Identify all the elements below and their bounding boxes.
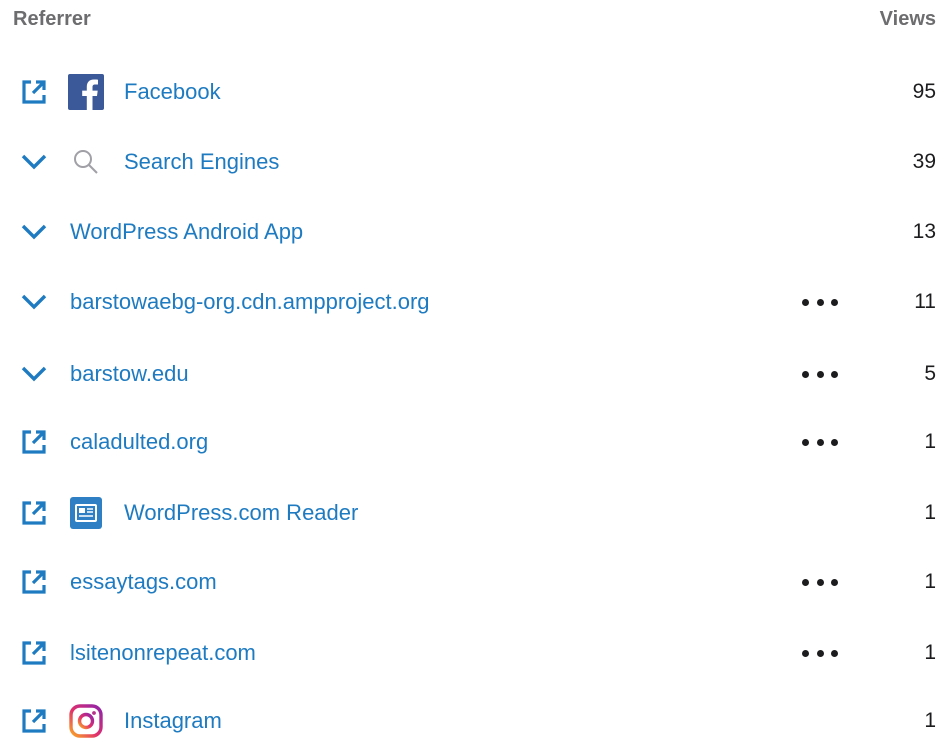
views-count: 95 <box>912 80 936 103</box>
chevron-down-icon[interactable] <box>18 216 50 248</box>
referrer-label[interactable]: Instagram <box>124 708 222 734</box>
external-link-icon[interactable] <box>18 76 50 108</box>
external-link-icon[interactable] <box>18 426 50 458</box>
chevron-down-icon[interactable] <box>18 286 50 318</box>
referrer-row-ampproject[interactable]: barstowaebg-org.cdn.ampproject.org 11 <box>0 267 941 337</box>
facebook-icon <box>68 74 104 110</box>
instagram-icon <box>68 703 104 739</box>
referrer-column-header: Referrer <box>13 8 91 30</box>
referrer-row-instagram[interactable]: Instagram 1 <box>0 686 941 756</box>
more-options-icon[interactable] <box>802 643 838 663</box>
referrer-label[interactable]: barstow.edu <box>70 361 189 387</box>
views-count: 13 <box>912 220 936 243</box>
referrer-label[interactable]: WordPress.com Reader <box>124 500 358 526</box>
external-link-icon[interactable] <box>18 637 50 669</box>
views-count: 39 <box>912 150 936 173</box>
referrer-row-barstow-edu[interactable]: barstow.edu 5 <box>0 339 941 409</box>
views-count: 1 <box>924 430 936 453</box>
referrer-label[interactable]: caladulted.org <box>70 429 208 455</box>
referrer-row-lsitenonrepeat[interactable]: lsitenonrepeat.com 1 <box>0 618 941 688</box>
referrer-row-search-engines[interactable]: Search Engines 39 <box>0 127 941 197</box>
referrer-row-facebook[interactable]: Facebook 95 <box>0 57 941 127</box>
reader-icon <box>68 495 104 531</box>
views-count: 11 <box>914 290 936 313</box>
referrer-label[interactable]: essaytags.com <box>70 569 217 595</box>
external-link-icon[interactable] <box>18 497 50 529</box>
external-link-icon[interactable] <box>18 705 50 737</box>
search-icon <box>68 144 104 180</box>
referrer-row-essaytags[interactable]: essaytags.com 1 <box>0 547 941 617</box>
referrer-label[interactable]: barstowaebg-org.cdn.ampproject.org <box>70 289 430 315</box>
referrer-row-caladulted[interactable]: caladulted.org 1 <box>0 407 941 477</box>
referrer-label[interactable]: Search Engines <box>124 149 279 175</box>
more-options-icon[interactable] <box>802 572 838 592</box>
referrer-row-wordpress-reader[interactable]: WordPress.com Reader 1 <box>0 478 941 548</box>
chevron-down-icon[interactable] <box>18 358 50 390</box>
more-options-icon[interactable] <box>802 432 838 452</box>
referrer-label[interactable]: WordPress Android App <box>70 219 303 245</box>
list-header: Referrer Views <box>0 0 941 40</box>
views-count: 1 <box>924 501 936 524</box>
referrer-label[interactable]: Facebook <box>124 79 221 105</box>
more-options-icon[interactable] <box>802 364 838 384</box>
chevron-down-icon[interactable] <box>18 146 50 178</box>
views-column-header: Views <box>879 8 936 30</box>
views-count: 1 <box>924 570 936 593</box>
views-count: 5 <box>924 362 936 385</box>
views-count: 1 <box>924 641 936 664</box>
external-link-icon[interactable] <box>18 566 50 598</box>
referrer-label[interactable]: lsitenonrepeat.com <box>70 640 256 666</box>
views-count: 1 <box>924 709 936 732</box>
more-options-icon[interactable] <box>802 292 838 312</box>
referrer-row-wordpress-android-app[interactable]: WordPress Android App 13 <box>0 197 941 267</box>
